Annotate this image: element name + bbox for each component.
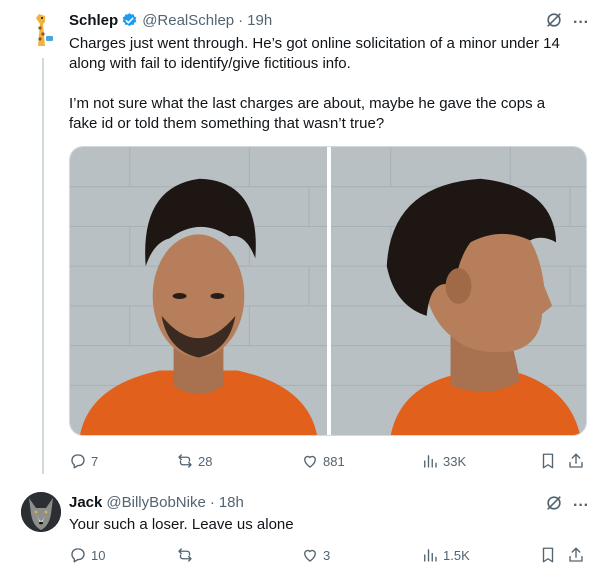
tweet-header: Jack @BillyBobNike · 18h xyxy=(69,492,244,512)
author-handle[interactable]: @BillyBobNike xyxy=(106,494,205,511)
views-count: 1.5K xyxy=(443,547,470,563)
tweet-text-line: Charges just went through. He’s got onli… xyxy=(69,35,560,52)
views-count: 33K xyxy=(443,453,467,469)
share-icon xyxy=(569,547,583,562)
more-options-icon[interactable]: ··· xyxy=(573,497,589,514)
tweet-media[interactable] xyxy=(69,146,587,436)
bookmark-icon xyxy=(542,547,554,563)
reply-button[interactable]: 7 xyxy=(69,451,98,471)
views-bar-chart-icon xyxy=(424,455,437,468)
like-count: 881 xyxy=(323,453,345,469)
tweet-header-actions: ··· xyxy=(545,11,589,34)
reply-button[interactable]: 10 xyxy=(69,545,105,565)
tweet-schlep[interactable]: Schlep @RealSchlep · 19h ··· Charges jus… xyxy=(0,0,603,478)
reply-icon xyxy=(71,548,85,563)
tweet-text-line: along with fail to identify/give fictiti… xyxy=(69,55,351,72)
tweet-text-line: fake id or told them something that wasn… xyxy=(69,115,385,132)
views-bar-chart-icon xyxy=(424,549,437,562)
author-handle[interactable]: @RealSchlep xyxy=(142,12,234,29)
like-button[interactable]: 881 xyxy=(301,451,345,471)
repost-count: 28 xyxy=(198,453,213,469)
tweet-header: Schlep @RealSchlep · 19h xyxy=(69,10,272,30)
mugshot-side-photo[interactable] xyxy=(331,147,586,435)
heart-icon xyxy=(304,549,316,562)
like-count: 3 xyxy=(323,547,331,563)
tweet-jack-reply[interactable]: Jack @BillyBobNike · 18h ··· Your such a… xyxy=(0,478,603,583)
reply-count: 7 xyxy=(91,453,99,469)
tweet-text: Your such a loser. Leave us alone xyxy=(69,515,579,535)
mugshot-front-photo[interactable] xyxy=(70,147,327,435)
grok-icon[interactable] xyxy=(545,11,563,34)
tweet-text-line: I’m not sure what the last charges are a… xyxy=(69,95,546,112)
repost-icon xyxy=(178,548,192,562)
author-name[interactable]: Schlep xyxy=(69,12,118,29)
repost-button[interactable]: 28 xyxy=(176,451,212,471)
separator-dot: · xyxy=(209,493,215,511)
tweet-timestamp[interactable]: 19h xyxy=(247,12,272,29)
bookmark-button[interactable] xyxy=(539,545,557,565)
reply-count: 10 xyxy=(91,547,106,563)
views-button[interactable]: 33K xyxy=(421,451,466,471)
tweet-text-line: Your such a loser. Leave us alone xyxy=(69,516,294,533)
tweet-action-bar: 10 3 1.5K xyxy=(69,545,589,565)
tweet-action-bar: 7 28 881 33K xyxy=(69,451,589,471)
grok-icon[interactable] xyxy=(545,494,563,517)
tweet-text: Charges just went through. He’s got onli… xyxy=(69,34,579,134)
more-options-icon[interactable]: ··· xyxy=(573,14,589,31)
share-icon xyxy=(569,453,583,468)
bookmark-button[interactable] xyxy=(539,451,557,471)
heart-icon xyxy=(304,455,316,468)
giraffe-avatar[interactable] xyxy=(21,10,61,50)
repost-button[interactable] xyxy=(176,545,198,565)
tweet-timestamp[interactable]: 18h xyxy=(219,494,244,511)
views-button[interactable]: 1.5K xyxy=(421,545,470,565)
tweet-header-actions: ··· xyxy=(545,494,589,517)
like-button[interactable]: 3 xyxy=(301,545,330,565)
author-name[interactable]: Jack xyxy=(69,494,102,511)
share-button[interactable] xyxy=(567,451,585,471)
repost-icon xyxy=(178,454,192,468)
share-button[interactable] xyxy=(567,545,585,565)
wolf-avatar[interactable] xyxy=(21,492,61,532)
verified-badge-icon xyxy=(121,12,138,29)
separator-dot: · xyxy=(238,11,244,29)
reply-icon xyxy=(71,454,85,469)
bookmark-icon xyxy=(542,453,554,469)
